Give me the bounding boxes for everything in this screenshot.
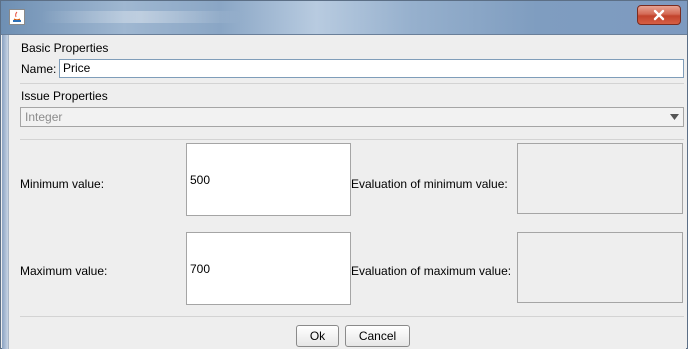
evaluation-maximum-field[interactable] bbox=[517, 232, 683, 303]
minimum-value-field[interactable]: 500 bbox=[186, 143, 351, 216]
evaluation-maximum-label: Evaluation of maximum value: bbox=[351, 264, 512, 278]
minimum-value-label: Minimum value: bbox=[20, 177, 105, 191]
dialog-content: Basic Properties Name: Price Issue Prope… bbox=[8, 35, 686, 349]
window-title bbox=[41, 11, 241, 23]
maximum-value-field[interactable]: 700 bbox=[186, 232, 351, 305]
ok-button[interactable]: Ok bbox=[296, 325, 339, 347]
issue-properties-heading: Issue Properties bbox=[21, 89, 108, 103]
close-button[interactable] bbox=[637, 5, 681, 25]
maximum-value-label: Maximum value: bbox=[20, 264, 108, 278]
divider bbox=[20, 139, 684, 140]
java-app-icon bbox=[9, 9, 25, 25]
evaluation-minimum-label: Evaluation of minimum value: bbox=[351, 177, 508, 191]
issue-type-selected: Integer bbox=[25, 110, 63, 124]
name-label: Name: bbox=[21, 62, 57, 76]
name-field[interactable]: Price bbox=[59, 59, 684, 78]
cancel-button[interactable]: Cancel bbox=[345, 325, 410, 347]
chevron-down-icon bbox=[670, 114, 679, 120]
divider bbox=[20, 83, 684, 84]
basic-properties-heading: Basic Properties bbox=[21, 41, 109, 55]
divider bbox=[20, 316, 684, 317]
maximum-value-text: 700 bbox=[190, 261, 211, 276]
minimum-value-text: 500 bbox=[190, 172, 211, 187]
evaluation-minimum-field[interactable] bbox=[517, 143, 683, 214]
dialog-window: Basic Properties Name: Price Issue Prope… bbox=[0, 0, 688, 349]
close-icon bbox=[653, 9, 665, 21]
title-bar[interactable] bbox=[1, 1, 687, 35]
issue-type-select[interactable]: Integer bbox=[20, 107, 684, 127]
